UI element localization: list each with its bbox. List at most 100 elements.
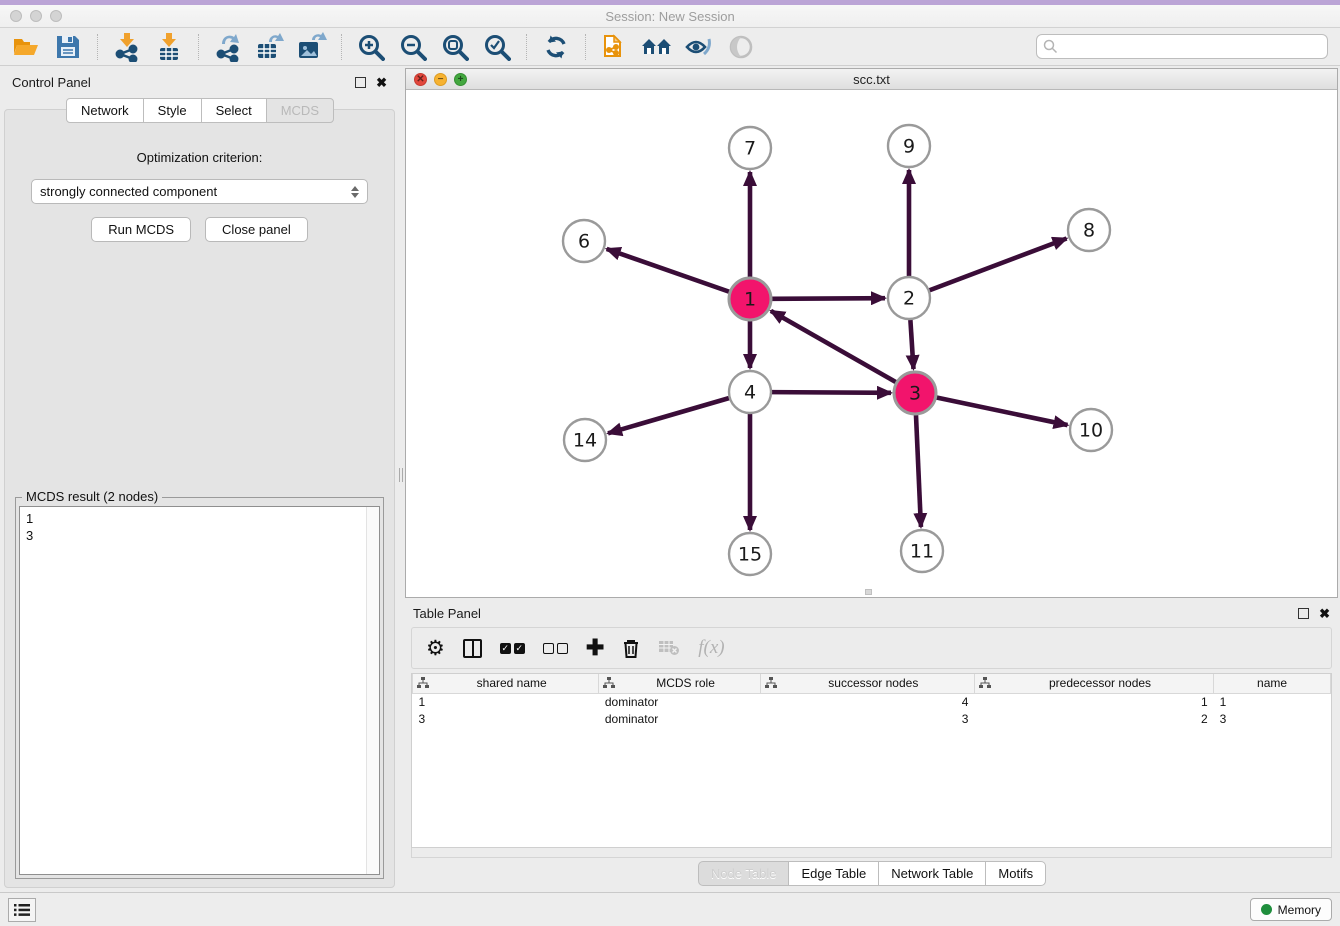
search-field[interactable] [1036,34,1328,59]
network-close-icon[interactable]: ✕ [414,73,427,86]
tab-mcds[interactable]: MCDS [266,98,334,123]
canvas-resize-handle[interactable] [865,589,872,595]
refresh-layout-icon[interactable] [538,31,574,63]
save-session-icon[interactable] [50,31,86,63]
network-maximize-icon[interactable]: + [454,73,467,86]
tab-network[interactable]: Network [66,98,144,123]
edge-1-6[interactable] [607,249,730,292]
node-14[interactable]: 14 [564,419,606,461]
delete-table-icon[interactable] [658,640,680,656]
edge-3-10[interactable] [937,398,1068,426]
node-15[interactable]: 15 [729,533,771,575]
edge-4-3[interactable] [772,392,891,393]
tab-motifs[interactable]: Motifs [985,861,1046,886]
column-header-name[interactable]: name [1214,674,1331,693]
column-header-predecessor-nodes[interactable]: predecessor nodes [974,674,1213,693]
close-panel-icon[interactable]: ✖ [376,77,387,88]
panel-splitter[interactable] [397,66,405,892]
node-2[interactable]: 2 [888,277,930,319]
select-all-columns-icon[interactable]: ✓✓ [500,643,525,654]
import-table-icon[interactable] [151,31,187,63]
memory-button[interactable]: Memory [1250,898,1332,921]
node-9[interactable]: 9 [888,125,930,167]
edge-1-2[interactable] [772,298,885,299]
column-header-successor-nodes[interactable]: successor nodes [760,674,974,693]
node-label: 4 [744,382,756,404]
result-scrollbar[interactable] [366,507,379,874]
node-11[interactable]: 11 [901,530,943,572]
float-panel-icon[interactable] [355,77,366,88]
node-3[interactable]: 3 [894,372,936,414]
network-graph[interactable]: 7 9 6 8 1 2 4 3 14 10 15 11 [406,90,1335,594]
node-6[interactable]: 6 [563,220,605,262]
zoom-out-icon[interactable] [395,31,431,63]
cell-shared-name[interactable]: 1 [413,693,599,710]
column-header-shared-name[interactable]: shared name [413,674,599,693]
export-table-icon[interactable] [252,31,288,63]
network-canvas[interactable]: 7 9 6 8 1 2 4 3 14 10 15 11 [406,90,1337,597]
deselect-all-columns-icon[interactable] [543,643,568,654]
app-titlebar: Session: New Session [0,5,1340,28]
table-toolbar: ⚙ ✓✓ ✚ f(x) [411,627,1332,669]
tab-network-table[interactable]: Network Table [878,861,986,886]
network-minimize-icon[interactable]: − [434,73,447,86]
export-network-icon[interactable] [210,31,246,63]
delete-columns-icon[interactable] [622,638,640,658]
task-history-button[interactable] [8,898,36,922]
mcds-result-textarea[interactable]: 1 3 [19,506,380,875]
cell-name[interactable]: 3 [1214,710,1331,727]
network-window-titlebar[interactable]: ✕ − + scc.txt [406,69,1337,90]
edge-3-1[interactable] [771,311,896,382]
duplicate-network-icon[interactable] [597,31,633,63]
main-toolbar [0,28,1340,66]
hierarchy-icon [417,677,429,689]
column-header-mcds-role[interactable]: MCDS role [599,674,760,693]
cell-predecessor-nodes[interactable]: 2 [974,710,1213,727]
node-8[interactable]: 8 [1068,209,1110,251]
tab-edge-table[interactable]: Edge Table [788,861,879,886]
cell-successor-nodes[interactable]: 3 [760,710,974,727]
close-panel-button[interactable]: Close panel [205,217,308,242]
node-7[interactable]: 7 [729,127,771,169]
add-column-icon[interactable]: ✚ [586,638,604,658]
cell-mcds-role[interactable]: dominator [599,693,760,710]
cell-mcds-role[interactable]: dominator [599,710,760,727]
node-4[interactable]: 4 [729,371,771,413]
node-1[interactable]: 1 [729,278,771,320]
float-table-panel-icon[interactable] [1298,608,1309,619]
hide-graphics-details-icon[interactable] [723,31,759,63]
edge-2-3[interactable] [910,320,913,369]
tab-node-table[interactable]: Node Table [698,861,790,886]
settings-gear-icon[interactable]: ⚙ [426,636,445,661]
criterion-dropdown[interactable]: strongly connected component [31,179,368,204]
edge-4-14[interactable] [608,398,729,433]
node-10[interactable]: 10 [1070,409,1112,451]
table-row[interactable]: 3 dominator 3 2 3 [413,710,1331,727]
export-image-icon[interactable] [294,31,330,63]
run-mcds-button[interactable]: Run MCDS [91,217,191,242]
open-session-icon[interactable] [8,31,44,63]
cell-predecessor-nodes[interactable]: 1 [974,693,1213,710]
function-builder-icon[interactable]: f(x) [698,637,724,659]
search-input[interactable] [1062,40,1321,54]
search-icon [1043,39,1058,54]
cell-name[interactable]: 1 [1214,693,1331,710]
edge-3-11[interactable] [916,415,921,527]
zoom-selected-icon[interactable] [479,31,515,63]
zoom-in-icon[interactable] [353,31,389,63]
import-network-icon[interactable] [109,31,145,63]
hierarchy-icon [603,677,615,689]
first-neighbors-icon[interactable] [639,31,675,63]
cell-successor-nodes[interactable]: 4 [760,693,974,710]
edge-2-8[interactable] [930,238,1067,290]
tab-select[interactable]: Select [201,98,267,123]
table-row[interactable]: 1 dominator 4 1 1 [413,693,1331,710]
zoom-fit-icon[interactable] [437,31,473,63]
splitter-grip[interactable] [399,468,403,482]
close-table-panel-icon[interactable]: ✖ [1319,608,1330,619]
show-graphics-details-icon[interactable] [681,31,717,63]
window-title: Session: New Session [0,9,1340,24]
toggle-panel-columns-icon[interactable] [463,639,482,658]
tab-style[interactable]: Style [143,98,202,123]
cell-shared-name[interactable]: 3 [413,710,599,727]
